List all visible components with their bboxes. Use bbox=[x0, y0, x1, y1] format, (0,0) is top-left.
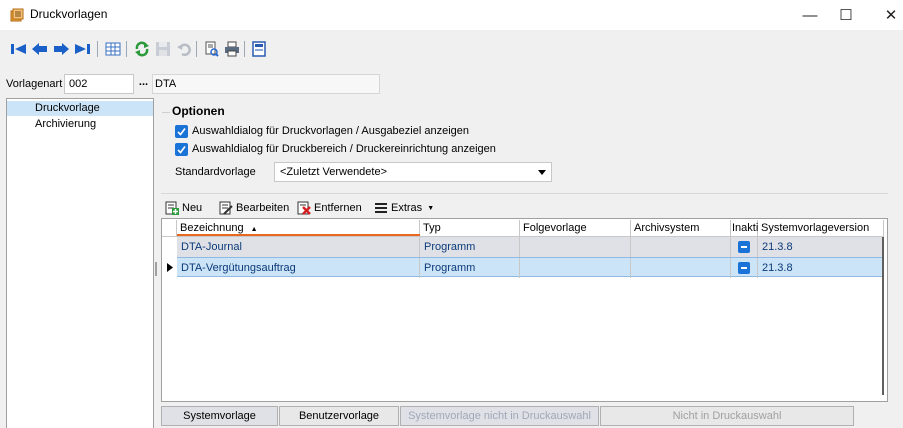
group-border bbox=[162, 112, 170, 113]
maximize-button[interactable]: ☐ bbox=[823, 0, 869, 30]
print-preview-icon[interactable] bbox=[202, 40, 220, 58]
splitter-grip[interactable] bbox=[155, 262, 157, 276]
cell-archivsystem bbox=[631, 237, 731, 257]
cell-version: 21.3.8 bbox=[762, 262, 793, 274]
row-indicator bbox=[163, 237, 177, 257]
cell-bezeichnung: DTA-Journal bbox=[177, 237, 420, 257]
delete-document-icon bbox=[297, 201, 311, 215]
current-row-indicator-icon bbox=[163, 257, 177, 277]
vorlagenart-name-field: DTA bbox=[152, 74, 380, 94]
inaktiv-checkbox[interactable] bbox=[738, 241, 750, 253]
add-document-icon bbox=[165, 201, 179, 215]
cell-folgevorlage bbox=[520, 237, 631, 257]
first-record-icon[interactable] bbox=[10, 40, 28, 58]
column-header-label: Bezeichnung bbox=[180, 222, 244, 234]
vorlagenart-code-input[interactable]: 002 bbox=[64, 74, 134, 94]
remove-button-label: Entfernen bbox=[314, 202, 362, 214]
toolbar-separator bbox=[97, 41, 98, 57]
toolbar-separator bbox=[244, 41, 245, 57]
refresh-icon[interactable] bbox=[133, 40, 151, 58]
option-checkbox-druckvorlagen[interactable] bbox=[175, 125, 188, 138]
vorlagenart-lookup-button[interactable]: ... bbox=[135, 74, 152, 94]
next-record-icon[interactable] bbox=[52, 40, 70, 58]
remove-button[interactable]: Entfernen bbox=[297, 201, 362, 215]
legend-nicht-in-druckauswahl: Nicht in Druckauswahl bbox=[600, 406, 854, 426]
chevron-down-icon[interactable] bbox=[534, 163, 550, 181]
toolbar-separator bbox=[196, 41, 197, 57]
extras-menu-button[interactable]: Extras ▼ bbox=[374, 201, 434, 215]
edit-document-icon bbox=[219, 201, 233, 215]
column-header-inaktiv[interactable]: Inaktiv bbox=[731, 220, 764, 236]
previous-record-icon[interactable] bbox=[31, 40, 49, 58]
column-header-archivsystem[interactable]: Archivsystem bbox=[631, 220, 731, 236]
legend-systemvorlage-nicht-in-druckauswahl: Systemvorlage nicht in Druckauswahl bbox=[400, 406, 599, 426]
legend-benutzervorlage: Benutzervorlage bbox=[279, 406, 399, 426]
column-header-typ[interactable]: Typ bbox=[420, 220, 520, 236]
table-row[interactable]: DTA-Journal Programm 21.3.8 bbox=[177, 237, 884, 257]
vorlagenart-label: Vorlagenart bbox=[6, 78, 63, 90]
cell-typ: Programm bbox=[420, 237, 520, 257]
grid-scrollbar[interactable] bbox=[880, 237, 886, 395]
column-header-folgevorlage[interactable]: Folgevorlage bbox=[520, 220, 631, 236]
last-record-icon[interactable] bbox=[73, 40, 91, 58]
new-button[interactable]: Neu bbox=[165, 201, 202, 215]
options-group-title: Optionen bbox=[172, 104, 225, 118]
window-title: Druckvorlagen bbox=[30, 7, 108, 21]
new-button-label: Neu bbox=[182, 202, 203, 214]
option-label-druckvorlagen: Auswahldialog für Druckvorlagen / Ausgab… bbox=[192, 125, 470, 137]
print-icon[interactable] bbox=[223, 40, 241, 58]
cell-folgevorlage bbox=[520, 258, 631, 278]
cell-version: 21.3.8 bbox=[762, 241, 793, 253]
edit-button[interactable]: Bearbeiten bbox=[219, 201, 289, 215]
menu-icon bbox=[375, 203, 387, 213]
sidebar-item-archivierung[interactable]: Archivierung bbox=[7, 117, 153, 132]
standardvorlage-label: Standardvorlage bbox=[175, 166, 256, 178]
table-row-selected[interactable]: DTA-Vergütungsauftrag Programm 21.3.8 bbox=[177, 257, 884, 278]
undo-icon[interactable] bbox=[175, 40, 193, 58]
sidebar-item-druckvorlage[interactable]: Druckvorlage bbox=[7, 101, 153, 116]
sidebar-nav: Druckvorlage Archivierung bbox=[6, 98, 154, 428]
print-templates-app-icon bbox=[10, 8, 24, 22]
sort-ascending-icon: ▲ bbox=[250, 226, 258, 233]
column-header-systemvorlageversion[interactable]: Systemvorlageversion bbox=[758, 220, 884, 236]
legend-systemvorlage: Systemvorlage bbox=[161, 406, 278, 426]
cell-inaktiv[interactable] bbox=[731, 237, 758, 257]
close-button[interactable]: ✕ bbox=[868, 0, 903, 30]
table-view-icon[interactable] bbox=[104, 40, 122, 58]
standardvorlage-select[interactable]: <Zuletzt Verwendete> bbox=[274, 162, 552, 182]
option-checkbox-druckbereich[interactable] bbox=[175, 143, 188, 156]
scrollbar-thumb[interactable] bbox=[882, 237, 884, 395]
cell-bezeichnung: DTA-Vergütungsauftrag bbox=[177, 258, 420, 278]
cell-typ: Programm bbox=[420, 258, 520, 278]
form-icon[interactable] bbox=[250, 40, 268, 58]
option-label-druckbereich: Auswahldialog für Druckbereich / Drucker… bbox=[192, 143, 496, 155]
grid-corner bbox=[162, 220, 177, 236]
inaktiv-checkbox[interactable] bbox=[738, 262, 750, 274]
cell-archivsystem bbox=[631, 258, 731, 278]
title-bar bbox=[0, 0, 903, 30]
save-icon[interactable] bbox=[154, 40, 172, 58]
cell-inaktiv[interactable] bbox=[731, 258, 758, 278]
edit-button-label: Bearbeiten bbox=[236, 202, 290, 214]
toolbar-separator bbox=[126, 41, 127, 57]
section-divider bbox=[161, 193, 888, 194]
caret-down-icon: ▼ bbox=[427, 204, 435, 212]
extras-button-label: Extras bbox=[391, 202, 423, 214]
